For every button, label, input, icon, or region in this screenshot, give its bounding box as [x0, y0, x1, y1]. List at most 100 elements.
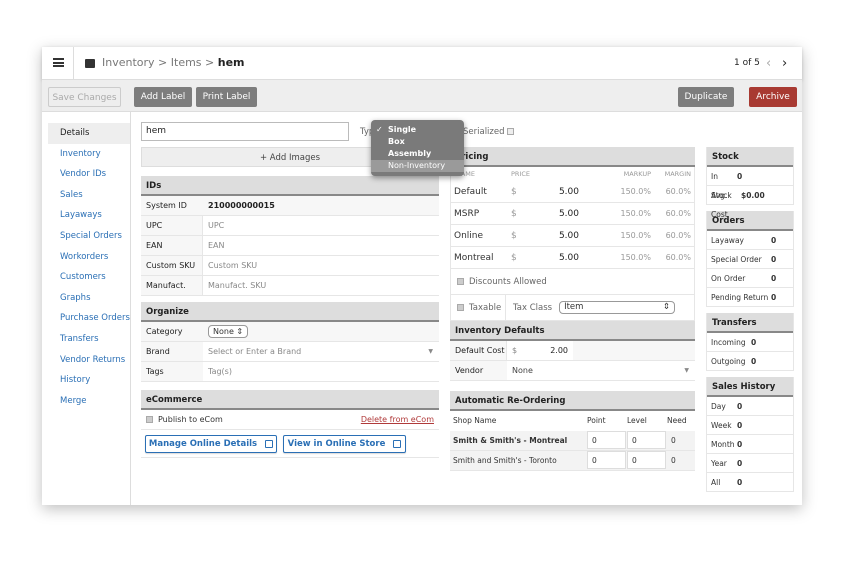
- id-label: Manufact. SKU: [141, 276, 203, 310]
- sales_history-header: Sales History: [707, 377, 793, 397]
- save-changes-button[interactable]: Save Changes: [48, 87, 121, 107]
- pager-text: 1 of 5: [734, 58, 760, 68]
- type-option-assembly[interactable]: Assembly: [371, 148, 464, 160]
- divider: [73, 47, 74, 80]
- tags-label: Tags: [146, 367, 164, 376]
- pricing-header: Pricing: [450, 147, 695, 167]
- sidebar-item-sales[interactable]: Sales: [48, 185, 130, 206]
- pricing-section: Pricing NAME PRICE MARKUP MARGIN Default $5.…: [450, 147, 695, 381]
- sidebar-item-vendor-ids[interactable]: Vendor IDs: [48, 164, 130, 185]
- publish-label: Publish to eCom: [158, 415, 223, 424]
- sidebar: Details Inventory Vendor IDs Sales Layaways S…: [42, 112, 131, 505]
- breadcrumb: Inventory > Items > hem: [102, 56, 245, 69]
- vendor-select[interactable]: None ▼: [507, 361, 695, 380]
- orders-section: Orders Layaway 0 Special Order 0 On Order 0 Pen…: [706, 211, 794, 307]
- ecommerce-header: eCommerce: [141, 390, 439, 410]
- taxable-checkbox[interactable]: [457, 304, 464, 311]
- external-link-icon: [393, 439, 402, 448]
- serialized-text: Serialized: [463, 127, 505, 137]
- sidebar-item-history[interactable]: History: [48, 370, 130, 391]
- price-input[interactable]: 5.00: [551, 247, 579, 268]
- reorder-section: Automatic Re-Ordering Shop Name Point Leve…: [450, 391, 695, 471]
- reorder-point-input[interactable]: 0: [587, 431, 626, 449]
- orders-header: Orders: [707, 211, 793, 231]
- sidebar-item-customers[interactable]: Customers: [48, 267, 130, 288]
- breadcrumb-inventory[interactable]: Inventory: [102, 56, 155, 69]
- organize-section: Organize Category None ⇕ Brand Select or E…: [141, 302, 439, 382]
- vendor-label: Vendor: [455, 366, 484, 375]
- breadcrumb-items[interactable]: Items: [171, 56, 202, 69]
- taxable-label: Taxable: [469, 303, 502, 313]
- price-row: Montreal $5.00 150.0% 60.0%: [450, 247, 695, 269]
- app-window: Inventory > Items > hem 1 of 5 ‹ › Save …: [42, 47, 802, 505]
- sidebar-item-workorders[interactable]: Workorders: [48, 247, 130, 268]
- id-label: Custom SKU: [141, 256, 203, 275]
- sidebar-item-merge[interactable]: Merge: [48, 391, 130, 412]
- price-input[interactable]: 5.00: [551, 181, 579, 202]
- reorder-level-input[interactable]: 0: [627, 431, 666, 449]
- sidebar-item-graphs[interactable]: Graphs: [48, 288, 130, 309]
- price-input[interactable]: 5.00: [551, 225, 579, 246]
- chevron-left-icon[interactable]: ‹: [766, 56, 771, 71]
- category-select[interactable]: None ⇕: [208, 325, 249, 338]
- id-input[interactable]: Manufact. SKU: [203, 276, 439, 295]
- brand-label: Brand: [146, 347, 170, 356]
- item-name-input[interactable]: hem: [141, 122, 349, 141]
- ids-section: IDs System ID 210000000015 UPC UPC EAN EAN Cu…: [141, 176, 439, 310]
- reorder-level-input[interactable]: 0: [627, 451, 666, 469]
- view-online-store-button[interactable]: View in Online Store: [283, 435, 406, 453]
- price-row: Default $5.00 150.0% 60.0%: [450, 181, 695, 203]
- ecommerce-section: eCommerce Publish to eCom Delete from eCo…: [141, 390, 439, 458]
- reorder-row: Smith and Smith's - Toronto 0 0 0: [450, 451, 695, 471]
- sidebar-item-inventory[interactable]: Inventory: [48, 144, 130, 165]
- manage-online-details-button[interactable]: Manage Online Details: [145, 435, 277, 453]
- chevron-right-icon[interactable]: ›: [782, 56, 787, 71]
- id-label: EAN: [141, 236, 203, 255]
- sidebar-item-purchase-orders[interactable]: Purchase Orders: [48, 308, 130, 329]
- stock-header: Stock: [707, 147, 793, 167]
- reorder-row: Smith & Smith's - Montreal 0 0 0: [450, 431, 695, 451]
- price-row: MSRP $5.00 150.0% 60.0%: [450, 203, 695, 225]
- type-dropdown[interactable]: Single ✓ Box Assembly Non-Inventory: [371, 120, 464, 176]
- reorder-header: Automatic Re-Ordering: [450, 391, 695, 411]
- id-input[interactable]: Custom SKU: [203, 256, 439, 275]
- sidebar-item-transfers[interactable]: Transfers: [48, 329, 130, 350]
- discounts-checkbox[interactable]: [457, 278, 464, 285]
- id-label: UPC: [141, 216, 203, 235]
- serialized-checkbox[interactable]: [507, 128, 515, 135]
- default-cost-label: Default Cost: [450, 341, 507, 360]
- category-label: Category: [146, 327, 183, 336]
- id-input[interactable]: UPC: [203, 216, 439, 235]
- type-option-single[interactable]: Single ✓: [371, 124, 464, 136]
- reorder-columns: Shop Name Point Level Need: [453, 416, 687, 425]
- external-link-icon: [265, 439, 274, 448]
- system-id-label: System ID: [146, 201, 187, 210]
- tags-input[interactable]: Tag(s): [203, 362, 439, 381]
- add-label-button[interactable]: Add Label: [134, 87, 192, 107]
- tax-class-select[interactable]: Item ⇕: [559, 301, 676, 314]
- sidebar-item-layaways[interactable]: Layaways: [48, 205, 130, 226]
- publish-checkbox[interactable]: [146, 416, 153, 423]
- serialized-label: Serialized: [463, 127, 519, 137]
- stock-section: StockIn Stock0Avg. Cost$0.00: [706, 147, 794, 219]
- reorder-point-input[interactable]: 0: [587, 451, 626, 469]
- default-cost-input[interactable]: $2.00: [507, 341, 573, 360]
- brand-input[interactable]: Select or Enter a Brand ▼: [203, 342, 439, 361]
- type-option-non-inventory[interactable]: Non-Inventory: [371, 160, 464, 172]
- archive-button[interactable]: Archive: [749, 87, 797, 107]
- print-label-button[interactable]: Print Label: [196, 87, 257, 107]
- delete-from-ecom-link[interactable]: Delete from eCom: [361, 410, 434, 429]
- price-input[interactable]: 5.00: [551, 203, 579, 224]
- menu-icon[interactable]: [53, 58, 64, 67]
- type-option-box[interactable]: Box: [371, 136, 464, 148]
- system-id-value: 210000000015: [203, 196, 439, 215]
- breadcrumb-current: hem: [217, 56, 245, 69]
- sidebar-item-details[interactable]: Details: [48, 123, 130, 144]
- sidebar-item-vendor-returns[interactable]: Vendor Returns: [48, 350, 130, 371]
- sales_history-section: Sales History Day 0 Week 0 Month 0 Year 0 All 0: [706, 377, 794, 492]
- transfers-header: Transfers: [707, 313, 793, 333]
- duplicate-button[interactable]: Duplicate: [678, 87, 734, 107]
- checkmark-icon: ✓: [376, 125, 383, 134]
- id-input[interactable]: EAN: [203, 236, 439, 255]
- sidebar-item-special-orders[interactable]: Special Orders: [48, 226, 130, 247]
